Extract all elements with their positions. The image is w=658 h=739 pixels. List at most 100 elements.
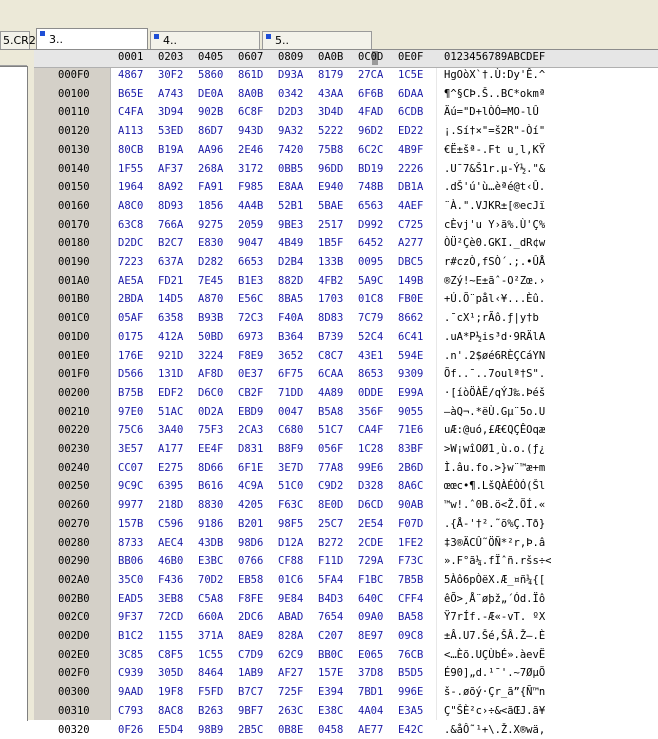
ascii-text[interactable]: 5Àô6pÒëX.Æ_¤ñ¼{[: [444, 574, 545, 586]
hex-word[interactable]: 99E6: [358, 462, 383, 474]
hex-row[interactable]: 00220 75C6 3A40 75F3 2CA3 C680 51C7 CA4F 71E6 uÆ:…: [34, 423, 658, 439]
hex-word[interactable]: F63C: [278, 499, 303, 511]
hex-word[interactable]: FD21: [158, 275, 183, 287]
ascii-text[interactable]: Äú="D+lÒÓ=MO-lÛ: [444, 106, 539, 118]
hex-word[interactable]: 5A9C: [358, 275, 383, 287]
tab-file-4-6u5t4581[interactable]: 4.. 6U5T4581.CR2: [150, 31, 260, 65]
hex-word[interactable]: 8733: [118, 537, 143, 549]
hex-word[interactable]: 371A: [198, 630, 223, 642]
ascii-text[interactable]: É90]„d.¹¯'.~7ØµÕ: [444, 667, 545, 679]
hex-row[interactable]: 00240 CC07 E275 8D66 6F1E 3E7D 77A8 99E6 2B6D Ì.â…: [34, 461, 658, 477]
hex-word[interactable]: 0DDE: [358, 387, 383, 399]
ascii-text[interactable]: š-.øõý·Çr_ã”{Ñ™n: [444, 686, 545, 698]
hex-word[interactable]: 46B0: [158, 555, 183, 567]
hex-word[interactable]: 0D2A: [198, 406, 223, 418]
hex-word[interactable]: 748B: [358, 181, 383, 193]
hex-word[interactable]: 6395: [158, 480, 183, 492]
hex-word[interactable]: 98D6: [238, 537, 263, 549]
hex-word[interactable]: 25C7: [318, 518, 343, 530]
hex-word[interactable]: C725: [398, 219, 423, 231]
hex-word[interactable]: 305D: [158, 667, 183, 679]
hex-word[interactable]: 8BA5: [278, 293, 303, 305]
hex-word[interactable]: B263: [198, 705, 223, 717]
hex-word[interactable]: E3A5: [398, 705, 423, 717]
hex-word[interactable]: 0B8E: [278, 724, 303, 736]
hex-word[interactable]: A277: [398, 237, 423, 249]
hex-word[interactable]: 8D93: [158, 200, 183, 212]
ascii-text[interactable]: Ì.âu.fo.>}w¨™æ+m: [444, 462, 545, 474]
hex-word[interactable]: 9AAD: [118, 686, 143, 698]
hex-word[interactable]: D2DC: [118, 237, 143, 249]
ascii-text[interactable]: ¡.Sí†×"=š2R"-Òí": [444, 125, 545, 137]
hex-word[interactable]: E8AA: [278, 181, 303, 193]
hex-word[interactable]: 52C4: [358, 331, 383, 343]
hex-word[interactable]: 51C7: [318, 424, 343, 436]
hex-word[interactable]: 3D4D: [318, 106, 343, 118]
hex-word[interactable]: 51AC: [158, 406, 183, 418]
hex-word[interactable]: 6C41: [398, 331, 423, 343]
hex-word[interactable]: 5BAE: [318, 200, 343, 212]
hex-word[interactable]: 2CDE: [358, 537, 383, 549]
hex-word[interactable]: 133B: [318, 256, 343, 268]
hex-word[interactable]: 7E45: [198, 275, 223, 287]
hex-word[interactable]: 75F3: [198, 424, 223, 436]
hex-word[interactable]: 5FA4: [318, 574, 343, 586]
hex-word[interactable]: 943D: [238, 125, 263, 137]
hex-word[interactable]: C8C7: [318, 350, 343, 362]
hex-word[interactable]: 1856: [198, 200, 223, 212]
ascii-text[interactable]: +Ú.Õ¨pål‹¥...Èû.: [444, 293, 545, 305]
hex-row[interactable]: 001D0 0175 412A 50BD 6973 B364 B739 52C4 6C41 .uA…: [34, 330, 658, 346]
hex-word[interactable]: 63C8: [118, 219, 143, 231]
hex-word[interactable]: EE4F: [198, 443, 223, 455]
hex-editor[interactable]: 0001 0203 0405 0607 0809 0A0B 0C0D 0E0F …: [34, 50, 658, 736]
hex-word[interactable]: 43E1: [358, 350, 383, 362]
hex-word[interactable]: 86D7: [198, 125, 223, 137]
hex-word[interactable]: 14D5: [158, 293, 183, 305]
hex-row[interactable]: 002F0 C939 305D 8464 1AB9 AF27 157E 37D8 B5D5 É90…: [34, 666, 658, 682]
hex-word[interactable]: 637A: [158, 256, 183, 268]
hex-word[interactable]: B7C7: [238, 686, 263, 698]
ascii-text[interactable]: ™w!.ˆ0B.ö<Ž.ÖÍ.«: [444, 499, 545, 511]
hex-word[interactable]: AF37: [158, 163, 183, 175]
hex-word[interactable]: 4A04: [358, 705, 383, 717]
hex-row[interactable]: 00180 D2DC B2C7 E830 9047 4B49 1B5F 6452 A277 ÒÜ²…: [34, 236, 658, 252]
ascii-text[interactable]: Õf..¯..7oulª†S".: [444, 368, 545, 380]
hex-word[interactable]: 6CAA: [318, 368, 343, 380]
hex-word[interactable]: 729A: [358, 555, 383, 567]
hex-word[interactable]: 1155: [158, 630, 183, 642]
hex-word[interactable]: EDF2: [158, 387, 183, 399]
hex-row[interactable]: 00200 B75B EDF2 D6C0 CB2F 71DD 4A89 0DDE E99A ·[í…: [34, 386, 658, 402]
hex-word[interactable]: 9BE3: [278, 219, 303, 231]
hex-row[interactable]: 00300 9AAD 19F8 F5FD B7C7 725F E394 7BD1 996E š-.…: [34, 685, 658, 701]
hex-word[interactable]: E830: [198, 237, 223, 249]
hex-word[interactable]: 80CB: [118, 144, 143, 156]
hex-word[interactable]: F40A: [278, 312, 303, 324]
hex-row[interactable]: 000F0 4867 30F2 5860 861D D93A 8179 27CA 1C5E HgO…: [34, 68, 658, 84]
hex-word[interactable]: 1C5E: [398, 69, 423, 81]
ascii-text[interactable]: HgOòX`†.Ù:Dy'Ê.^: [444, 69, 545, 81]
hex-word[interactable]: 9047: [238, 237, 263, 249]
hex-word[interactable]: B65E: [118, 88, 143, 100]
hex-word[interactable]: 268A: [198, 163, 223, 175]
hex-word[interactable]: 7223: [118, 256, 143, 268]
hex-word[interactable]: 0458: [318, 724, 343, 736]
hex-word[interactable]: 8D83: [318, 312, 343, 324]
hex-word[interactable]: 1C28: [358, 443, 383, 455]
hex-word[interactable]: 412A: [158, 331, 183, 343]
hex-word[interactable]: 7C79: [358, 312, 383, 324]
hex-word[interactable]: 6358: [158, 312, 183, 324]
ascii-text[interactable]: uÆ:@uó,£Æ€QÇÊOqæ: [444, 424, 545, 436]
hex-word[interactable]: 6CDB: [398, 106, 423, 118]
hex-word[interactable]: B616: [198, 480, 223, 492]
hex-word[interactable]: 861D: [238, 69, 263, 81]
hex-word[interactable]: BB0C: [318, 649, 343, 661]
hex-word[interactable]: 2E46: [238, 144, 263, 156]
hex-word[interactable]: F8FE: [238, 593, 263, 605]
hex-word[interactable]: 2CA3: [238, 424, 263, 436]
hex-word[interactable]: D566: [118, 368, 143, 380]
hex-word[interactable]: BD19: [358, 163, 383, 175]
hex-word[interactable]: B19A: [158, 144, 183, 156]
left-pane-content[interactable]: [0, 66, 28, 721]
hex-word[interactable]: B4D3: [318, 593, 343, 605]
hex-word[interactable]: 7B5B: [398, 574, 423, 586]
